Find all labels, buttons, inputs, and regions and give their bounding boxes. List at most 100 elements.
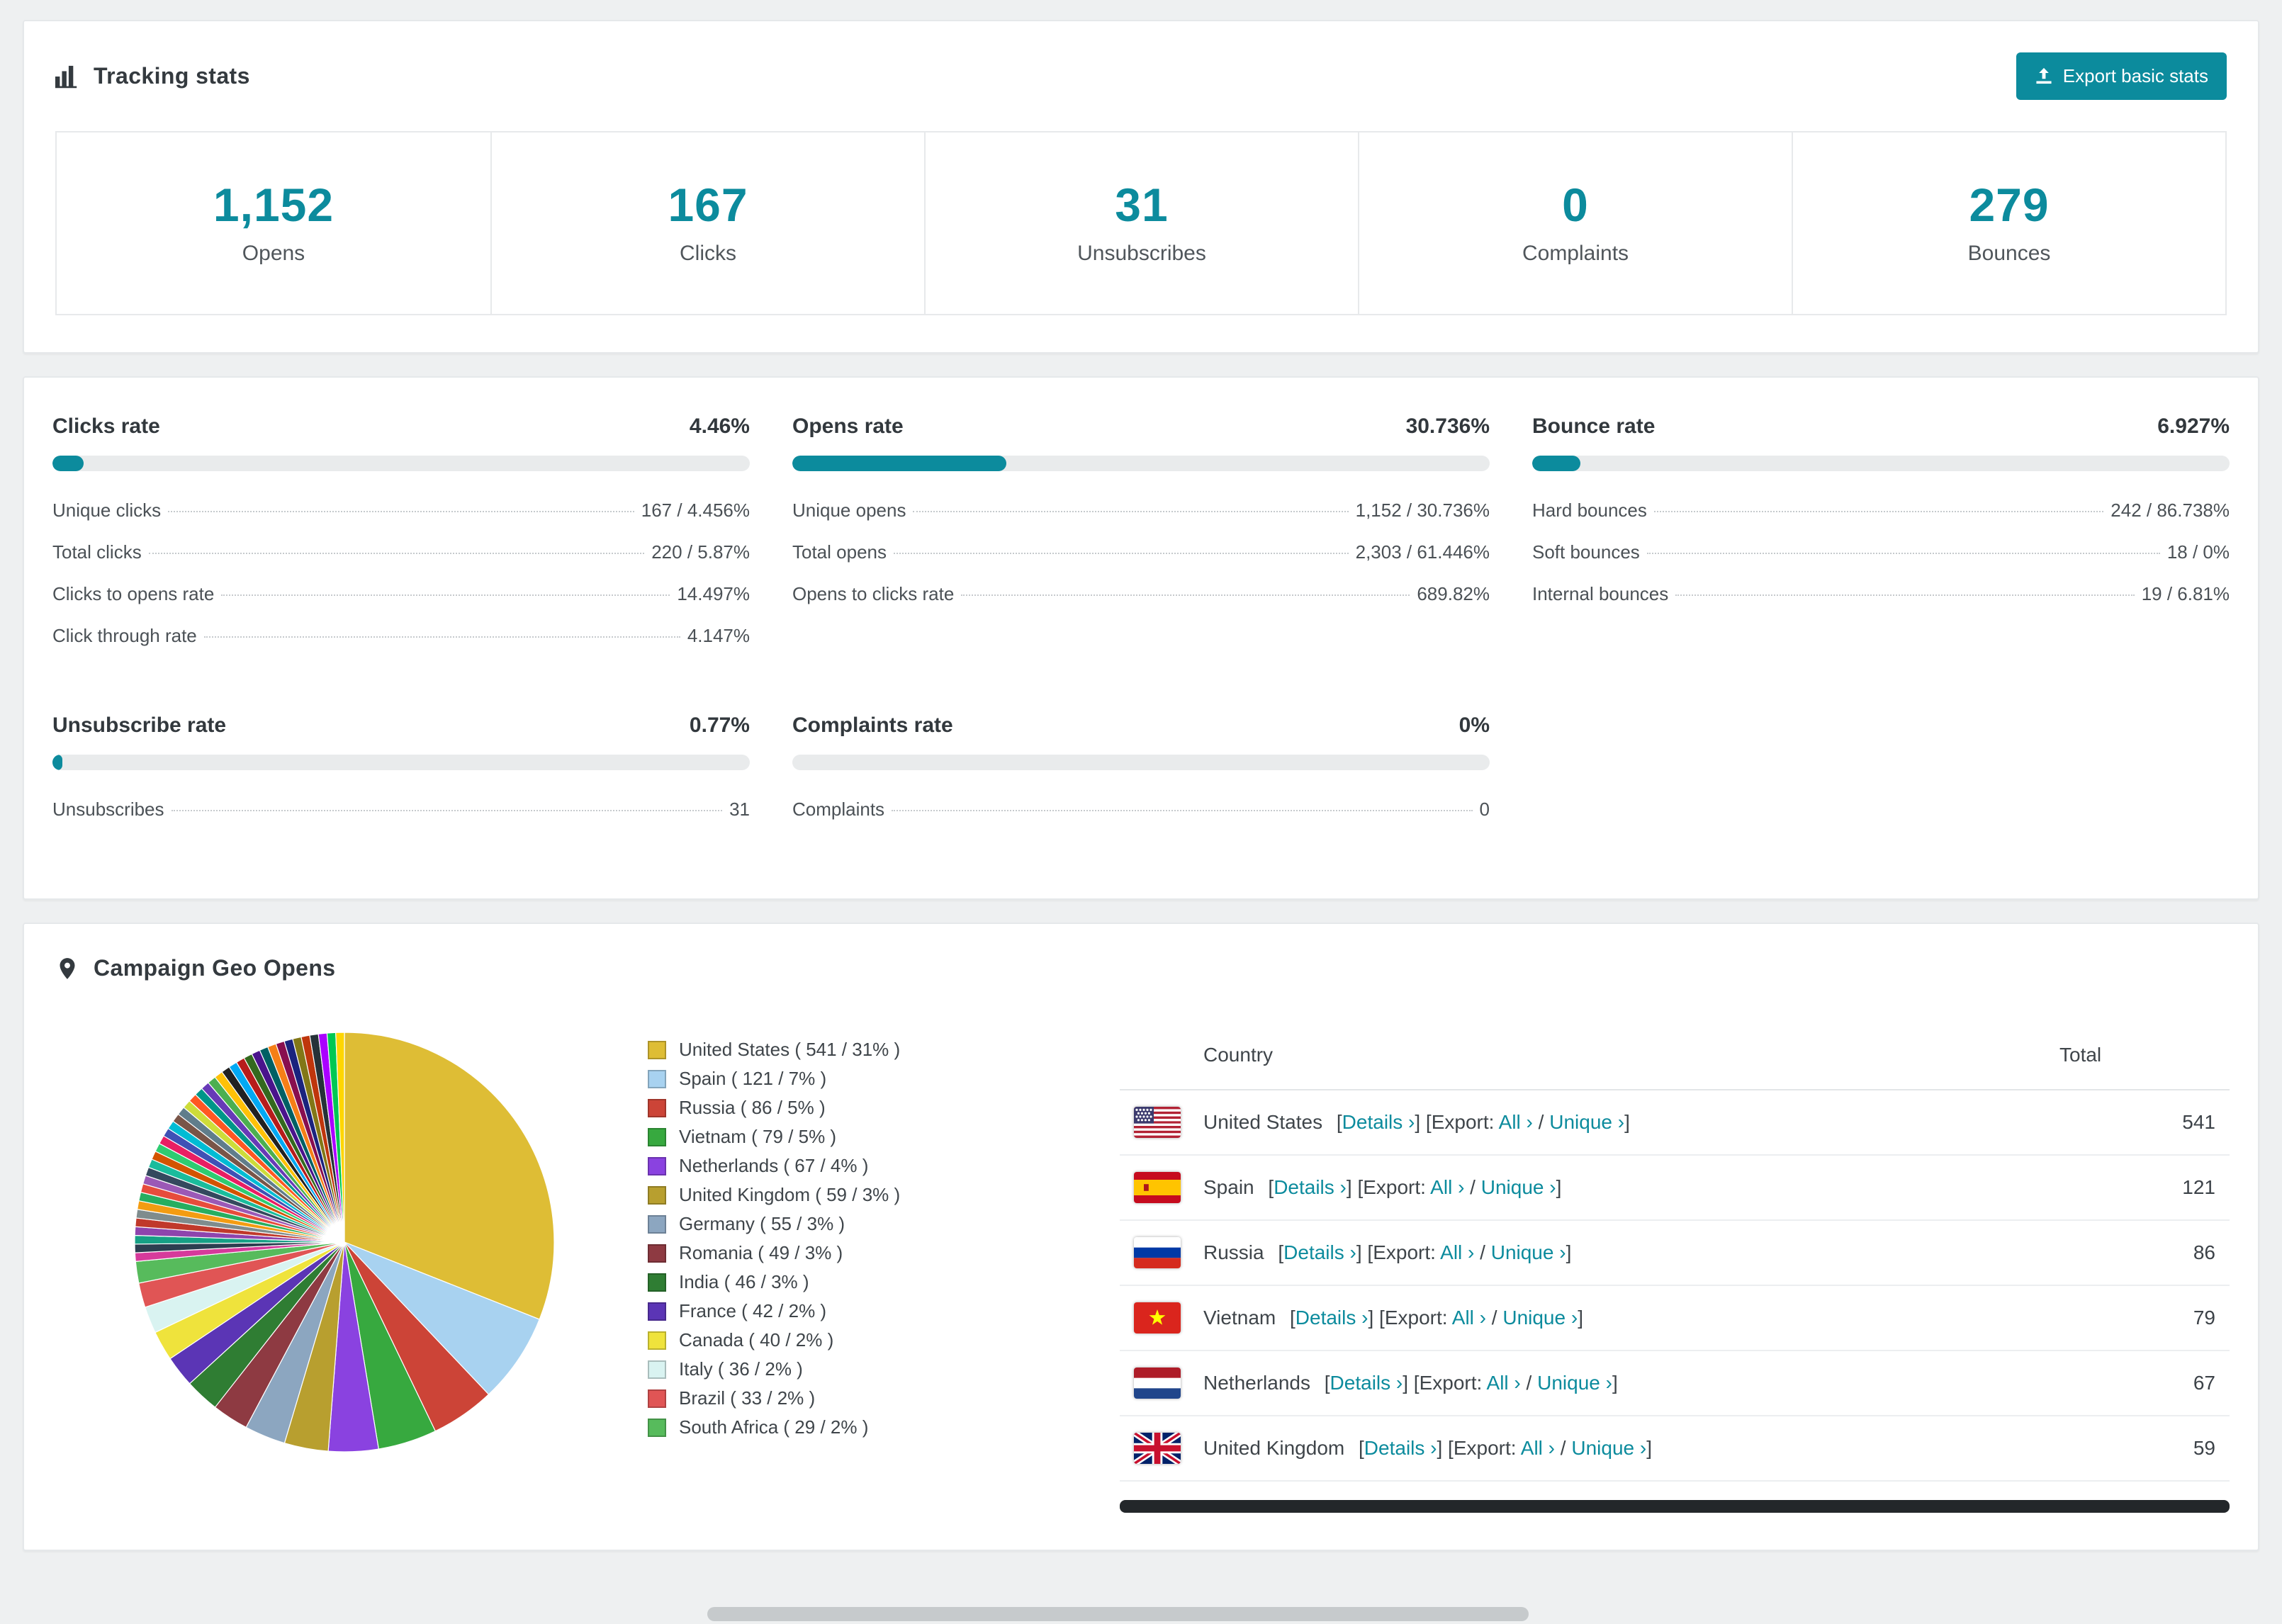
rate-progress-bar: [792, 456, 1490, 471]
rate-value: 0.77%: [689, 714, 750, 737]
export-unique-link[interactable]: Unique ›: [1549, 1111, 1624, 1133]
export-all-link[interactable]: All ›: [1452, 1307, 1486, 1329]
legend-item: Vietnam ( 79 / 5% ): [648, 1122, 995, 1151]
rate-row-label: Internal bounces: [1532, 583, 1669, 604]
details-link[interactable]: Details ›: [1330, 1372, 1403, 1394]
country-column-header: Country: [1203, 1044, 1274, 1066]
legend-item: India ( 46 / 3% ): [648, 1268, 995, 1297]
rate-row: Internal bounces 19 / 6.81%: [1532, 573, 2230, 615]
country-total: 541: [2182, 1111, 2215, 1133]
stat-box: 279 Bounces: [1792, 132, 2225, 314]
legend-color-swatch: [648, 1214, 666, 1234]
export-all-link[interactable]: All ›: [1440, 1241, 1474, 1263]
dotted-leader: [892, 810, 1473, 811]
tracking-stats-page: Tracking stats Export basic stats 1,152 O…: [0, 0, 2282, 1616]
geo-table-row: United Kingdom [Details ›] [Export: All …: [1120, 1416, 2230, 1482]
dotted-leader: [1646, 553, 2160, 554]
rate-rows: Hard bounces 242 / 86.738% Soft bounces 18 …: [1532, 490, 2230, 615]
rate-row-label: Clicks to opens rate: [52, 583, 215, 604]
legend-item: Brazil ( 33 / 2% ): [648, 1384, 995, 1413]
legend-item: France ( 42 / 2% ): [648, 1297, 995, 1326]
rate-row: Soft bounces 18 / 0%: [1532, 531, 2230, 573]
legend-item: Spain ( 121 / 7% ): [648, 1064, 995, 1093]
rate-row-value: 14.497%: [677, 583, 750, 604]
rate-row-value: 2,303 / 61.446%: [1355, 541, 1490, 563]
legend-item: Romania ( 49 / 3% ): [648, 1239, 995, 1268]
geo-opens-title: Campaign Geo Opens: [55, 955, 335, 981]
export-icon: [2035, 67, 2053, 86]
rate-row-label: Soft bounces: [1532, 541, 1640, 563]
export-unique-link[interactable]: Unique ›: [1502, 1307, 1578, 1329]
stat-box: 1,152 Opens: [57, 132, 490, 314]
rate-row-label: Total opens: [792, 541, 887, 563]
rate-rows: Unique opens 1,152 / 30.736% Total opens 2,…: [792, 490, 1490, 615]
table-horizontal-scrollbar[interactable]: [1120, 1500, 2230, 1513]
export-all-link[interactable]: All ›: [1430, 1176, 1464, 1198]
legend-item: Canada ( 40 / 2% ): [648, 1326, 995, 1355]
details-link[interactable]: Details ›: [1274, 1176, 1347, 1198]
stat-label: Unsubscribes: [1077, 242, 1206, 265]
bar-chart-icon: [55, 64, 79, 89]
rate-row: Opens to clicks rate 689.82%: [792, 573, 1490, 615]
tracking-stats-title: Tracking stats: [55, 63, 250, 89]
legend-label: United Kingdom ( 59 / 3% ): [679, 1184, 901, 1205]
rate-title: Opens rate: [792, 415, 904, 438]
rate-progress-fill: [52, 456, 84, 471]
stat-label: Bounces: [1967, 242, 2051, 265]
legend-color-swatch: [648, 1389, 666, 1408]
rate-row-value: 167 / 4.456%: [641, 500, 750, 521]
export-unique-link[interactable]: Unique ›: [1537, 1372, 1612, 1394]
flag-gb-icon: [1134, 1433, 1181, 1464]
rate-row: Complaints 0: [792, 789, 1490, 830]
dotted-leader: [913, 511, 1349, 512]
geo-opens-card: Campaign Geo Opens United States ( 541 /…: [23, 923, 2259, 1551]
rates-card: Clicks rate 4.46% Unique clicks 167 / 4.456…: [23, 376, 2259, 900]
stat-value: 279: [1969, 179, 2050, 231]
export-all-link[interactable]: All ›: [1487, 1372, 1521, 1394]
export-all-link[interactable]: All ›: [1521, 1437, 1555, 1459]
export-unique-link[interactable]: Unique ›: [1491, 1241, 1566, 1263]
page-horizontal-scrollbar[interactable]: [707, 1607, 1529, 1621]
details-link[interactable]: Details ›: [1283, 1241, 1356, 1263]
export-all-link[interactable]: All ›: [1499, 1111, 1533, 1133]
details-link[interactable]: Details ›: [1342, 1111, 1415, 1133]
geo-table: Country Total United States [Details ›] …: [1120, 1024, 2230, 1513]
legend-color-swatch: [648, 1098, 666, 1117]
stat-label: Clicks: [680, 242, 736, 265]
stat-box: 0 Complaints: [1358, 132, 1792, 314]
flag-es-icon: [1134, 1172, 1181, 1203]
rate-title: Bounce rate: [1532, 415, 1656, 438]
export-unique-link[interactable]: Unique ›: [1571, 1437, 1646, 1459]
legend-label: South Africa ( 29 / 2% ): [679, 1416, 869, 1438]
country-name: Netherlands: [1203, 1372, 1310, 1394]
stat-value: 0: [1562, 179, 1589, 231]
dotted-leader: [168, 511, 634, 512]
geo-table-row: Spain [Details ›] [Export: All › / Uniqu…: [1120, 1156, 2230, 1221]
export-basic-stats-button[interactable]: Export basic stats: [2016, 52, 2227, 100]
details-link[interactable]: Details ›: [1295, 1307, 1368, 1329]
rate-progress-bar: [52, 456, 750, 471]
stat-box: 167 Clicks: [490, 132, 924, 314]
rate-row: Total clicks 220 / 5.87%: [52, 531, 750, 573]
rate-progress-fill: [1532, 456, 1581, 471]
details-link[interactable]: Details ›: [1364, 1437, 1437, 1459]
legend-label: Germany ( 55 / 3% ): [679, 1213, 845, 1234]
legend-label: Canada ( 40 / 2% ): [679, 1329, 834, 1350]
dotted-leader: [1653, 511, 2104, 512]
rate-block: Clicks rate 4.46% Unique clicks 167 / 4.456…: [52, 415, 750, 657]
rate-row-label: Total clicks: [52, 541, 142, 563]
dotted-leader: [1675, 594, 2135, 596]
country-links: [Details ›] [Export: All › / Unique ›]: [1353, 1437, 1652, 1459]
export-unique-link[interactable]: Unique ›: [1481, 1176, 1556, 1198]
legend-label: France ( 42 / 2% ): [679, 1300, 827, 1321]
rate-block: Opens rate 30.736% Unique opens 1,152 / 30.…: [792, 415, 1490, 657]
rate-title: Unsubscribe rate: [52, 714, 227, 737]
rate-progress-bar: [1532, 456, 2230, 471]
rate-row-value: 1,152 / 30.736%: [1355, 500, 1490, 521]
tracking-title-text: Tracking stats: [94, 63, 250, 89]
country-links: [Details ›] [Export: All › / Unique ›]: [1262, 1176, 1562, 1198]
legend-item: South Africa ( 29 / 2% ): [648, 1413, 995, 1442]
geo-opens-body: United States ( 541 / 31% ) Spain ( 121 /…: [24, 1007, 2258, 1550]
rate-title: Complaints rate: [792, 714, 953, 737]
rate-row-value: 19 / 6.81%: [2141, 583, 2230, 604]
